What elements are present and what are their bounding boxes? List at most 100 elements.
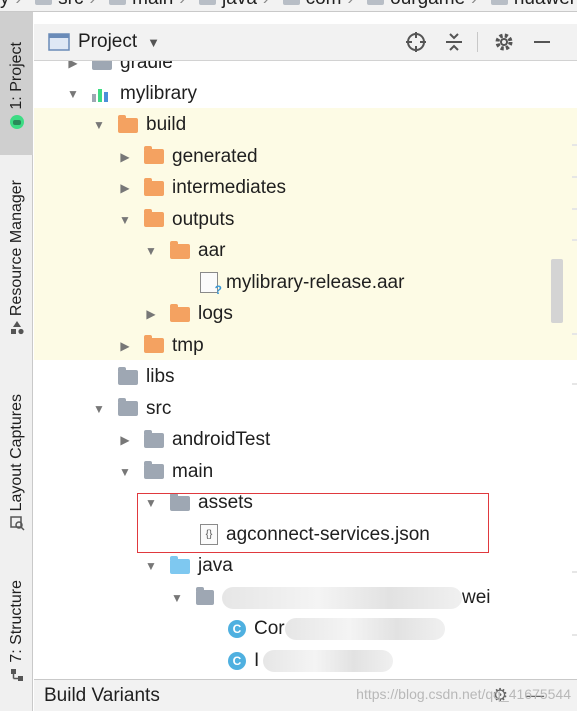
breadcrumb-item[interactable]: src › — [27, 0, 97, 10]
tree-label: generated — [172, 145, 258, 167]
breadcrumb-item[interactable]: ourgame › — [359, 0, 479, 10]
tab-project-label: 1: Project — [7, 42, 25, 110]
tab-project[interactable]: 1: Project — [0, 12, 33, 155]
tree-row-class-2[interactable]: C I — [34, 645, 577, 677]
tree-row-mylibrary-release-aar[interactable]: ? mylibrary-release.aar — [34, 267, 577, 299]
gear-icon[interactable] — [492, 30, 516, 54]
gutter-marker — [572, 383, 577, 385]
minimize-icon[interactable] — [530, 30, 554, 54]
project-tree: ▶ gradle ▼ mylibrary ▼ build ▶ generated… — [34, 61, 577, 679]
tree-label: tmp — [172, 334, 204, 356]
tree-row-libs[interactable]: libs — [34, 362, 577, 394]
folder-icon — [170, 555, 190, 574]
tree-row-main[interactable]: ▼ main — [34, 456, 577, 488]
folder-icon — [144, 429, 164, 448]
tree-row-aar[interactable]: ▼ aar — [34, 236, 577, 268]
collapse-arrow-icon[interactable]: ▼ — [144, 559, 158, 573]
tab-layout-captures[interactable]: Layout Captures — [0, 394, 33, 554]
folder-icon — [282, 0, 300, 5]
tree-label: build — [146, 114, 187, 136]
collapse-arrow-icon[interactable]: ▼ — [118, 213, 132, 227]
android-icon — [9, 114, 24, 129]
breadcrumb-label: y — [0, 0, 10, 10]
breadcrumb-separator: › — [16, 0, 22, 9]
tree-label: Cor — [254, 618, 285, 640]
module-icon — [92, 86, 112, 102]
tree-row-outputs[interactable]: ▼ outputs — [34, 204, 577, 236]
collapse-arrow-icon[interactable]: ▼ — [92, 118, 106, 132]
redacted-text — [284, 618, 445, 641]
folder-icon — [144, 335, 164, 354]
breadcrumb-item[interactable]: y› — [0, 0, 23, 10]
expand-arrow-icon[interactable]: ▶ — [118, 150, 132, 164]
vertical-scrollbar[interactable] — [549, 61, 577, 679]
gutter-marker — [572, 333, 577, 335]
tree-row-package[interactable]: ▼ wei — [34, 582, 577, 614]
project-panel-header: Project ▼ — [34, 24, 577, 61]
build-variants-tab[interactable]: Build Variants — [44, 685, 160, 707]
collapse-arrow-icon[interactable]: ▼ — [144, 244, 158, 258]
structure-icon — [10, 668, 23, 681]
breadcrumb-label: main — [132, 0, 173, 10]
expand-arrow-icon[interactable]: ▶ — [118, 181, 132, 195]
expand-arrow-icon[interactable]: ▶ — [118, 433, 132, 447]
tree-label: logs — [198, 303, 233, 325]
tree-row-logs[interactable]: ▶ logs — [34, 299, 577, 331]
tree-row-src[interactable]: ▼ src — [34, 393, 577, 425]
tab-resource-manager-label: Resource Manager — [7, 180, 25, 317]
breadcrumb-item[interactable]: main › — [101, 0, 187, 10]
gutter-marker — [572, 144, 577, 146]
tab-structure[interactable]: 7: Structure — [0, 580, 33, 710]
gutter-marker — [572, 176, 577, 178]
tree-row-intermediates[interactable]: ▶ intermediates — [34, 173, 577, 205]
tree-row-generated[interactable]: ▶ generated — [34, 141, 577, 173]
folder-icon — [118, 114, 138, 133]
collapse-all-icon[interactable] — [442, 30, 466, 54]
highlight-box — [137, 493, 489, 553]
scrollbar-thumb[interactable] — [551, 259, 563, 323]
project-view-selector[interactable]: Project — [78, 31, 137, 53]
breadcrumb-label: com — [306, 0, 342, 10]
package-icon — [196, 587, 214, 606]
folder-icon — [92, 61, 112, 71]
expand-arrow-icon[interactable]: ▶ — [144, 307, 158, 321]
breadcrumb-item[interactable]: java › — [191, 0, 271, 10]
chevron-down-icon[interactable]: ▼ — [147, 35, 160, 50]
breadcrumb-item[interactable]: com › — [275, 0, 356, 10]
gutter-marker — [572, 634, 577, 636]
gutter-marker — [572, 571, 577, 573]
tree-row-class-1[interactable]: C Cor — [34, 614, 577, 646]
folder-icon — [170, 240, 190, 259]
expand-arrow-icon[interactable]: ▶ — [118, 339, 132, 353]
gutter-marker — [572, 239, 577, 241]
tree-row-tmp[interactable]: ▶ tmp — [34, 330, 577, 362]
collapse-arrow-icon[interactable]: ▼ — [92, 402, 106, 416]
tree-label: main — [172, 460, 214, 482]
tree-row-mylibrary[interactable]: ▼ mylibrary — [34, 78, 577, 110]
collapse-arrow-icon[interactable]: ▼ — [118, 465, 132, 479]
redacted-text — [222, 586, 462, 609]
breadcrumb-separator: › — [347, 0, 353, 9]
collapse-arrow-icon[interactable]: ▼ — [170, 591, 184, 605]
tree-row-gradle[interactable]: ▶ gradle — [34, 61, 577, 79]
folder-icon — [109, 0, 127, 5]
tree-label: I — [254, 649, 260, 671]
tree-label: outputs — [172, 208, 235, 230]
tree-row-java[interactable]: ▼ java — [34, 551, 577, 583]
folder-icon — [490, 0, 508, 5]
watermark: https://blog.csdn.net/qq_41675544 — [356, 686, 571, 702]
tree-row-build[interactable]: ▼ build — [34, 110, 577, 142]
tab-resource-manager[interactable]: Resource Manager — [0, 180, 33, 360]
tree-label: src — [146, 397, 172, 419]
expand-arrow-icon[interactable]: ▶ — [66, 61, 80, 70]
collapse-arrow-icon[interactable]: ▼ — [66, 87, 80, 101]
tree-label: intermediates — [172, 177, 287, 199]
project-view-icon — [48, 33, 70, 51]
tree-label: aar — [198, 240, 226, 262]
tree-row-androidtest[interactable]: ▶ androidTest — [34, 425, 577, 457]
tool-window-strip: 1: Project Resource Manager Layout Captu… — [0, 12, 33, 711]
crosshair-icon[interactable] — [404, 30, 428, 54]
redacted-text — [263, 649, 394, 672]
breadcrumb-item[interactable]: huawei — [483, 0, 574, 10]
folder-icon — [144, 461, 164, 480]
